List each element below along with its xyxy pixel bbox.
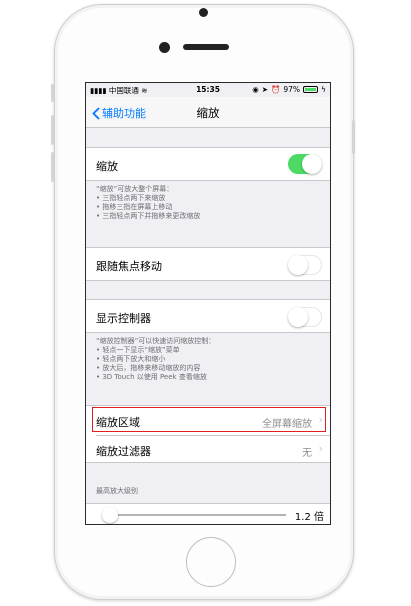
phone-screen: ▮▮▮▮ 中国联通 ≋ 15:35 ◉ ➤ ⏰ 97% ϟ 辅助功能 缩放 缩放 <box>85 82 331 525</box>
battery-icon <box>303 86 319 93</box>
status-bar: ▮▮▮▮ 中国联通 ≋ 15:35 ◉ ➤ ⏰ 97% ϟ <box>86 83 330 97</box>
follow-focus-switch[interactable] <box>287 254 322 275</box>
zoom-region-highlight <box>92 407 326 432</box>
max-zoom-slider-track[interactable] <box>106 514 286 516</box>
location-icon: ➤ <box>261 85 269 94</box>
controller-footer-line: • 轻点两下放大和缩小 <box>96 355 166 363</box>
controller-footer-line: • 轻点一下显示“缩放”菜单 <box>96 346 180 354</box>
page-title: 缩放 <box>196 106 220 120</box>
controller-footer-line: “缩放控制器”可以快速访问缩放控制： <box>96 337 216 345</box>
mute-switch <box>51 84 54 102</box>
status-right: ◉ ➤ ⏰ 97% ϟ <box>252 85 326 94</box>
navigation-bar: 辅助功能 缩放 <box>86 97 330 128</box>
controller-footer: “缩放控制器”可以快速访问缩放控制： • 轻点一下显示“缩放”菜单 • 轻点两下… <box>96 337 316 382</box>
max-zoom-value: 1.2 倍 <box>294 512 324 523</box>
power-button <box>352 120 355 154</box>
follow-focus-label: 跟随焦点移动 <box>96 260 162 273</box>
max-zoom-slider-row: 1.2 倍 <box>86 503 330 524</box>
proximity-sensor <box>199 8 208 17</box>
switch-knob <box>287 306 308 327</box>
max-zoom-slider-thumb[interactable] <box>102 507 118 523</box>
follow-focus-row: 跟随焦点移动 <box>86 247 330 281</box>
show-controller-row: 显示控制器 <box>86 299 330 333</box>
controller-footer-line: • 3D Touch 以使用 Peek 查看缩放 <box>96 373 207 381</box>
show-controller-switch[interactable] <box>287 306 322 327</box>
switch-knob <box>302 154 322 174</box>
alarm-icon: ⏰ <box>271 85 281 94</box>
zoom-switch[interactable] <box>288 154 322 174</box>
volume-down-button <box>51 152 54 182</box>
earpiece-speaker <box>183 44 229 50</box>
chevron-right-icon: › <box>318 442 323 455</box>
zoom-toggle-label: 缩放 <box>96 160 118 173</box>
volume-up-button <box>51 115 54 145</box>
zoom-filter-value: 无 <box>302 448 312 459</box>
max-zoom-header: 最高放大级别 <box>96 487 138 495</box>
zoom-toggle-row: 缩放 <box>86 147 330 181</box>
show-controller-label: 显示控制器 <box>96 312 151 325</box>
zoom-footer-line: • 三指轻点两下来缩放 <box>96 194 166 202</box>
zoom-filter-label: 缩放过滤器 <box>96 445 151 458</box>
charging-icon: ϟ <box>321 85 326 94</box>
battery-percent: 97% <box>283 85 301 94</box>
zoom-footer-line: “缩放”可放大整个屏幕： <box>96 185 174 193</box>
zoom-footer: “缩放”可放大整个屏幕： • 三指轻点两下来缩放 • 拖移三指在屏幕上移动 • … <box>96 185 316 221</box>
switch-knob <box>287 254 308 275</box>
controller-footer-line: • 放大后，拖移来移动缩放的内容 <box>96 364 201 372</box>
orientation-lock-icon: ◉ <box>252 85 259 94</box>
zoom-filter-row[interactable]: 缩放过滤器 无 › <box>86 435 330 464</box>
zoom-footer-line: • 三指轻点两下并拖移来更改缩放 <box>96 212 201 220</box>
front-camera <box>159 42 170 53</box>
zoom-footer-line: • 拖移三指在屏幕上移动 <box>96 203 173 211</box>
home-button[interactable] <box>186 537 236 587</box>
